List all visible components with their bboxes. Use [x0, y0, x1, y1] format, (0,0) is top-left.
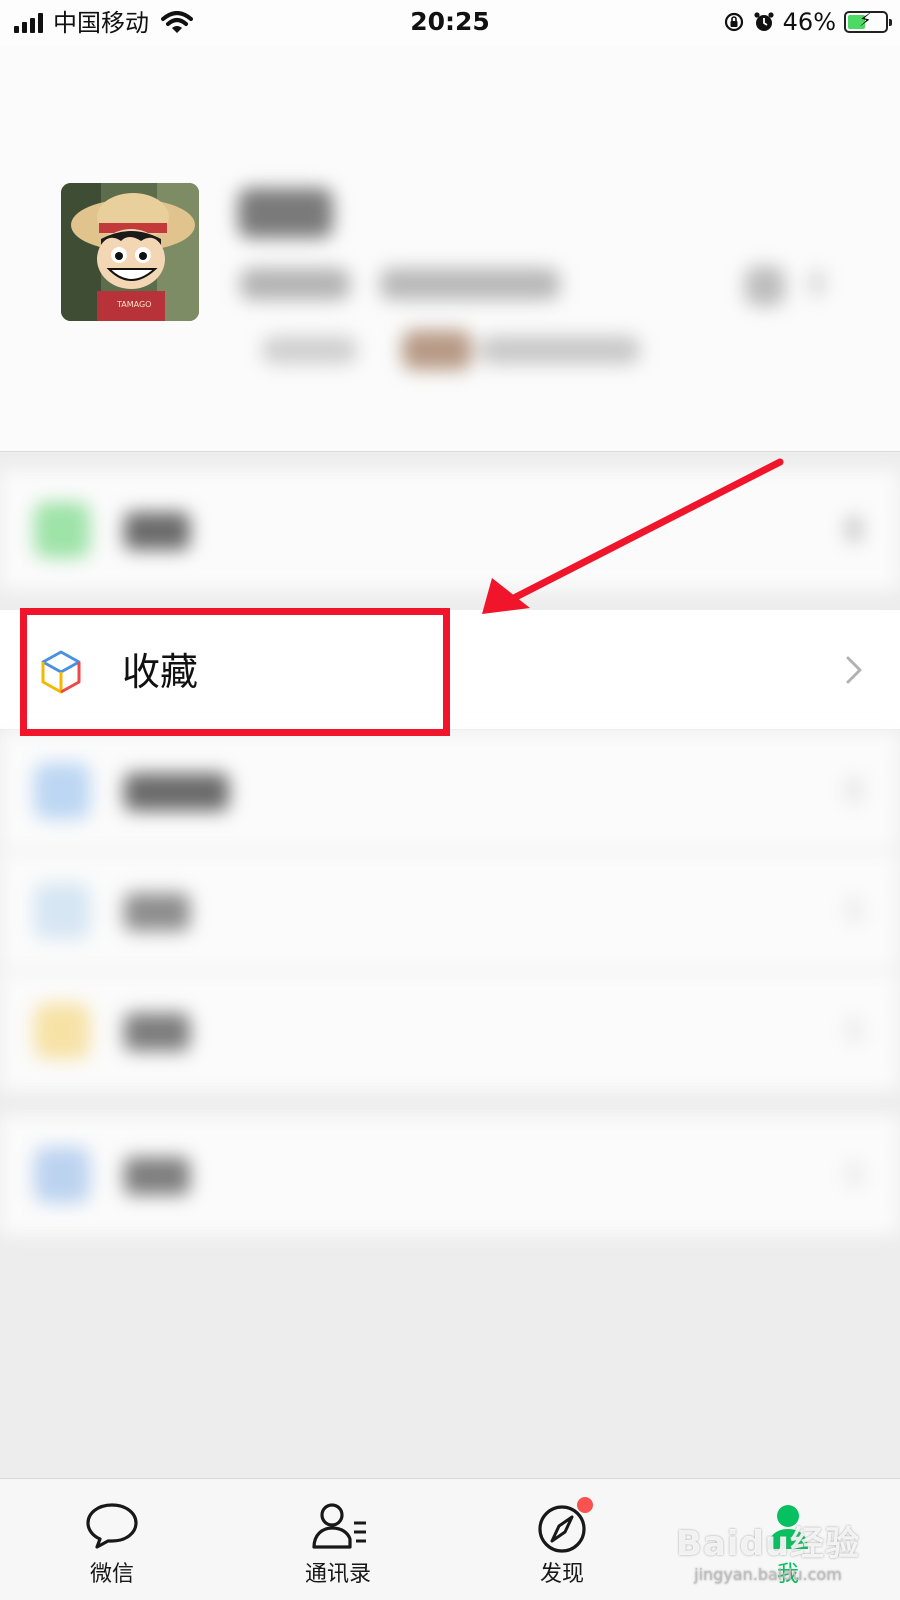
- avatar[interactable]: TAMAGO: [61, 183, 199, 321]
- row-label-blurred: [124, 1157, 190, 1195]
- chevron-right-icon: [846, 1017, 862, 1043]
- chevron-right-icon: [846, 1161, 862, 1187]
- tab-label: 发现: [539, 1562, 584, 1587]
- contacts-icon: [312, 1503, 366, 1549]
- battery-icon: ⚡: [844, 10, 892, 33]
- row-icon-blurred: [34, 1147, 90, 1203]
- watermark-sub: jingyan.baidu.com: [694, 1565, 842, 1584]
- list-item[interactable]: [0, 971, 900, 1091]
- highlight-box: [20, 608, 450, 736]
- list-item[interactable]: [0, 731, 900, 851]
- row-label-blurred: [124, 893, 190, 931]
- row-label-blurred: [124, 773, 229, 811]
- list-item[interactable]: [0, 851, 900, 971]
- chevron-right-icon: [846, 516, 862, 542]
- profile-header[interactable]: TAMAGO: [0, 46, 900, 452]
- status-right: 46% ⚡: [723, 7, 892, 37]
- row-icon-blurred: [34, 883, 90, 939]
- row-icon-blurred: [34, 502, 90, 558]
- list-item[interactable]: [0, 1115, 900, 1235]
- chat-bubble-icon: [86, 1503, 138, 1549]
- chevron-right-icon: [846, 656, 862, 684]
- alarm-icon: [754, 12, 774, 31]
- tab-label: 微信: [89, 1562, 134, 1587]
- row-label-blurred: [124, 1013, 190, 1051]
- tab-discover[interactable]: 发现: [492, 1479, 632, 1600]
- chevron-right-icon: [846, 777, 862, 803]
- row-icon-blurred: [34, 1003, 90, 1059]
- avatar-image: TAMAGO: [61, 183, 199, 321]
- tab-label: 通讯录: [304, 1562, 371, 1587]
- list-item[interactable]: [0, 470, 900, 590]
- chevron-right-icon: [846, 897, 862, 923]
- rotation-lock-icon: [724, 12, 743, 32]
- row-icon-blurred: [34, 763, 90, 819]
- notification-dot: [577, 1497, 593, 1513]
- watermark-main: Baidu经验: [675, 1524, 860, 1564]
- charging-bolt-icon: ⚡: [859, 10, 872, 31]
- watermark: Baidu经验 jingyan.baidu.com: [676, 1516, 860, 1584]
- row-label-blurred: [124, 512, 190, 550]
- svg-text:TAMAGO: TAMAGO: [116, 300, 151, 309]
- tab-contacts[interactable]: 通讯录: [268, 1479, 408, 1600]
- tab-chats[interactable]: 微信: [42, 1479, 182, 1600]
- battery-percent: 46%: [782, 8, 836, 36]
- status-bar: 中国移动 20:25 46% ⚡: [0, 0, 900, 46]
